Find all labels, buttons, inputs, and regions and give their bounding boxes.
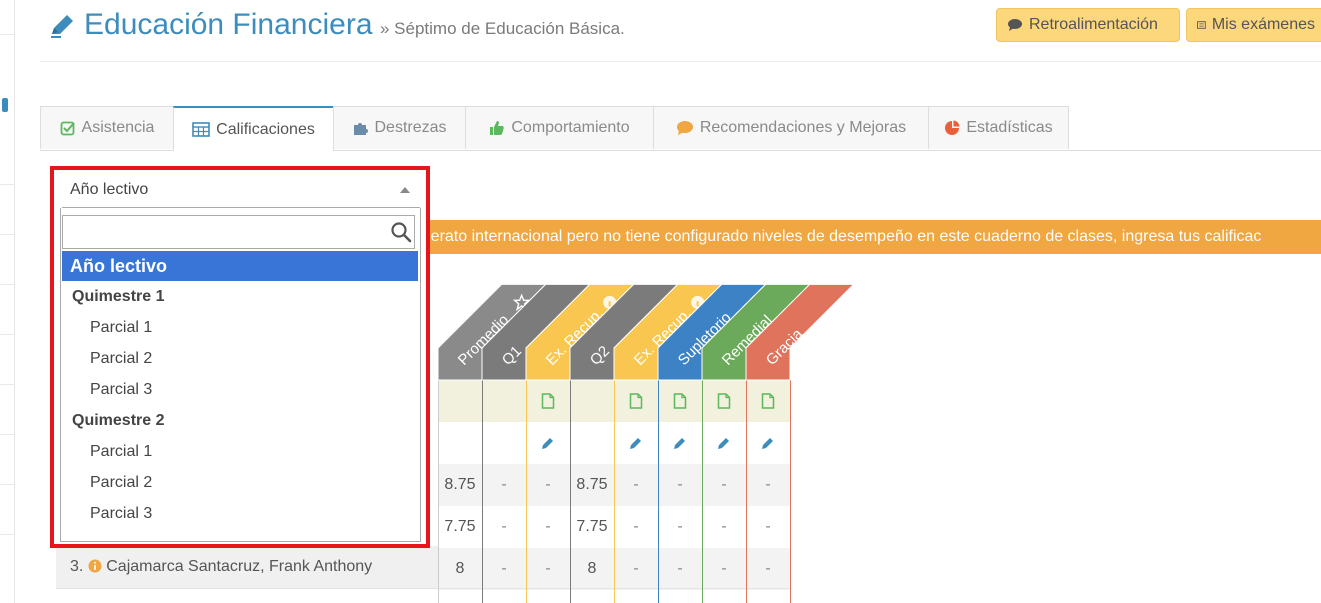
tab-comportamiento[interactable]: Comportamiento [465,106,654,149]
grade-cell: - [545,560,551,577]
period-dropdown[interactable]: Año lectivo Año lectivo Quimestre 1 Parcia… [50,166,430,548]
header-divider [40,61,1321,62]
dropdown-option[interactable]: Parcial 2 [62,344,418,374]
dropdown-search-input[interactable] [62,215,415,249]
puzzle-icon [354,123,369,135]
grade-cell: - [765,560,771,577]
grade-cell: - [765,476,771,493]
grade-cell: - [721,518,727,535]
caret-up-icon [400,187,410,193]
grade-cell: 8 [587,560,597,577]
column-line [790,380,791,603]
grade-cell: - [721,560,727,577]
sidebar-divider [0,434,14,435]
sidebar-divider [0,234,14,235]
grade-cell: - [677,560,683,577]
sidebar-active-marker [2,98,8,112]
sidebar-divider [0,384,14,385]
grade-cell: - [545,518,551,535]
file-icon[interactable] [761,393,775,409]
grade-cell: - [501,560,507,577]
period-select[interactable]: Año lectivo [62,170,420,208]
dropdown-option[interactable]: Año lectivo [62,251,418,281]
list-icon [1197,21,1206,29]
pencil-icon [51,15,73,38]
comment-icon [676,121,693,135]
grade-cell: 8.75 [444,476,476,493]
tab-estadisticas[interactable]: Estadísticas [928,106,1069,149]
feedback-button[interactable]: Retroalimentación [996,8,1180,42]
grade-cell: 8.75 [576,476,608,493]
search-icon [391,222,412,243]
grade-cell: - [677,518,683,535]
tab-recomendaciones[interactable]: Recomendaciones y Mejoras [653,106,929,149]
pencil-icon[interactable] [673,436,687,450]
file-icon[interactable] [673,393,687,409]
grade-cell: 8 [455,560,465,577]
grade-cell: 7.75 [444,518,476,535]
pie-chart-icon [945,120,960,135]
grade-cell: 7.75 [576,518,608,535]
dropdown-option[interactable]: Parcial 1 [62,437,418,467]
info-icon [88,559,102,573]
tab-calificaciones[interactable]: Calificaciones [173,106,334,151]
pencil-icon[interactable] [717,436,731,450]
dropdown-option[interactable]: Parcial 3 [62,375,418,405]
check-square-icon [60,121,75,136]
sidebar-divider [0,184,14,185]
grade-cell: - [721,476,727,493]
sidebar-strip [0,0,15,603]
sidebar-divider [0,534,14,535]
dropdown-option[interactable]: Quimestre 1 [62,282,418,312]
sidebar-divider [0,34,14,35]
page-title: Educación Financiera [84,8,373,41]
dropdown-option[interactable]: Parcial 1 [62,313,418,343]
pencil-icon[interactable] [761,436,775,450]
pencil-icon[interactable] [541,436,555,450]
sidebar-divider [0,484,14,485]
column-headers: PromedioQ1 Ex. Recup.Q2 Ex. Recup.Supletor… [437,283,855,381]
grade-cell: - [633,518,639,535]
page-subtitle: » Séptimo de Educación Básica. [380,19,625,38]
dropdown-option[interactable]: Parcial 2 [62,468,418,498]
thumbs-up-icon [490,121,505,135]
grade-cell: - [545,476,551,493]
file-icon[interactable] [629,393,643,409]
table-icon [192,122,210,137]
grade-cell: - [501,518,507,535]
grade-cell: - [765,518,771,535]
chat-icon [1008,19,1022,31]
grade-cell: - [633,476,639,493]
grade-cell: - [501,476,507,493]
warning-banner: illerato internacional pero no tiene con… [420,220,1321,254]
tab-asistencia[interactable]: Asistencia [40,106,174,149]
sidebar-divider [0,334,14,335]
dropdown-option[interactable]: Parcial 3 [62,499,418,529]
my-exams-button[interactable]: Mis exámenes [1186,8,1321,42]
tab-bar: Asistencia Calificaciones Destrezas Comp… [40,106,1321,151]
file-icon[interactable] [717,393,731,409]
file-icon[interactable] [541,393,555,409]
sidebar-divider [0,284,14,285]
pencil-icon[interactable] [629,436,643,450]
student-row-name: 3. Cajamarca Santacruz, Frank Anthony [56,546,438,588]
grade-cell: - [633,560,639,577]
dropdown-option[interactable]: Quimestre 2 [62,406,418,436]
grade-cell: - [677,476,683,493]
tab-destrezas[interactable]: Destrezas [333,106,466,149]
